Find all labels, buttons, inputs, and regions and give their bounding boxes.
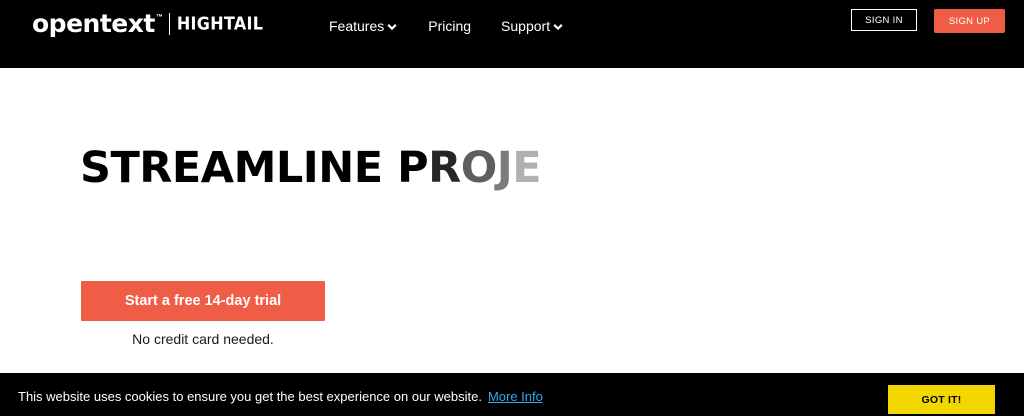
- hero-headline-fade-letter: O: [460, 143, 498, 193]
- hero-headline: STREAMLINE PROJE: [80, 143, 542, 193]
- chevron-down-icon: [387, 23, 397, 30]
- main-nav: Features Pricing Support: [329, 16, 563, 36]
- logo-trademark: ™: [155, 13, 163, 21]
- nav-features-label: Features: [329, 18, 385, 34]
- sign-up-button[interactable]: SIGN UP: [934, 9, 1005, 33]
- sign-in-button[interactable]: SIGN IN: [851, 9, 917, 31]
- hero-headline-fade-letter: E: [512, 143, 542, 193]
- nav-pricing[interactable]: Pricing: [428, 18, 471, 34]
- cookie-message-text: This website uses cookies to ensure you …: [18, 389, 482, 404]
- hero-headline-fade-letter: R: [428, 143, 461, 193]
- logo-hightail-wordmark: HIGHTAIL: [176, 13, 264, 34]
- top-navigation-bar: opentext ™ HIGHTAIL Features Pricing Sup…: [0, 0, 1024, 68]
- cookie-accept-button[interactable]: GOT IT!: [888, 385, 995, 414]
- nav-support[interactable]: Support: [501, 18, 563, 34]
- cookie-more-info-link[interactable]: More Info: [488, 389, 543, 404]
- nav-support-label: Support: [501, 18, 551, 34]
- cookie-message: This website uses cookies to ensure you …: [18, 389, 543, 404]
- hero-headline-solid: STREAMLINE P: [80, 143, 429, 193]
- chevron-down-icon: [553, 23, 563, 30]
- no-credit-card-note: No credit card needed.: [132, 331, 274, 347]
- nav-features[interactable]: Features: [329, 18, 397, 34]
- opentext-hightail-logo[interactable]: opentext ™ HIGHTAIL: [32, 9, 263, 39]
- cookie-consent-banner: This website uses cookies to ensure you …: [0, 373, 1024, 416]
- logo-divider: [168, 13, 170, 35]
- hero-headline-fade-letter: J: [496, 143, 513, 193]
- nav-pricing-label: Pricing: [428, 18, 472, 34]
- start-free-trial-button[interactable]: Start a free 14-day trial: [81, 281, 325, 321]
- logo-opentext-wordmark: opentext: [32, 9, 155, 38]
